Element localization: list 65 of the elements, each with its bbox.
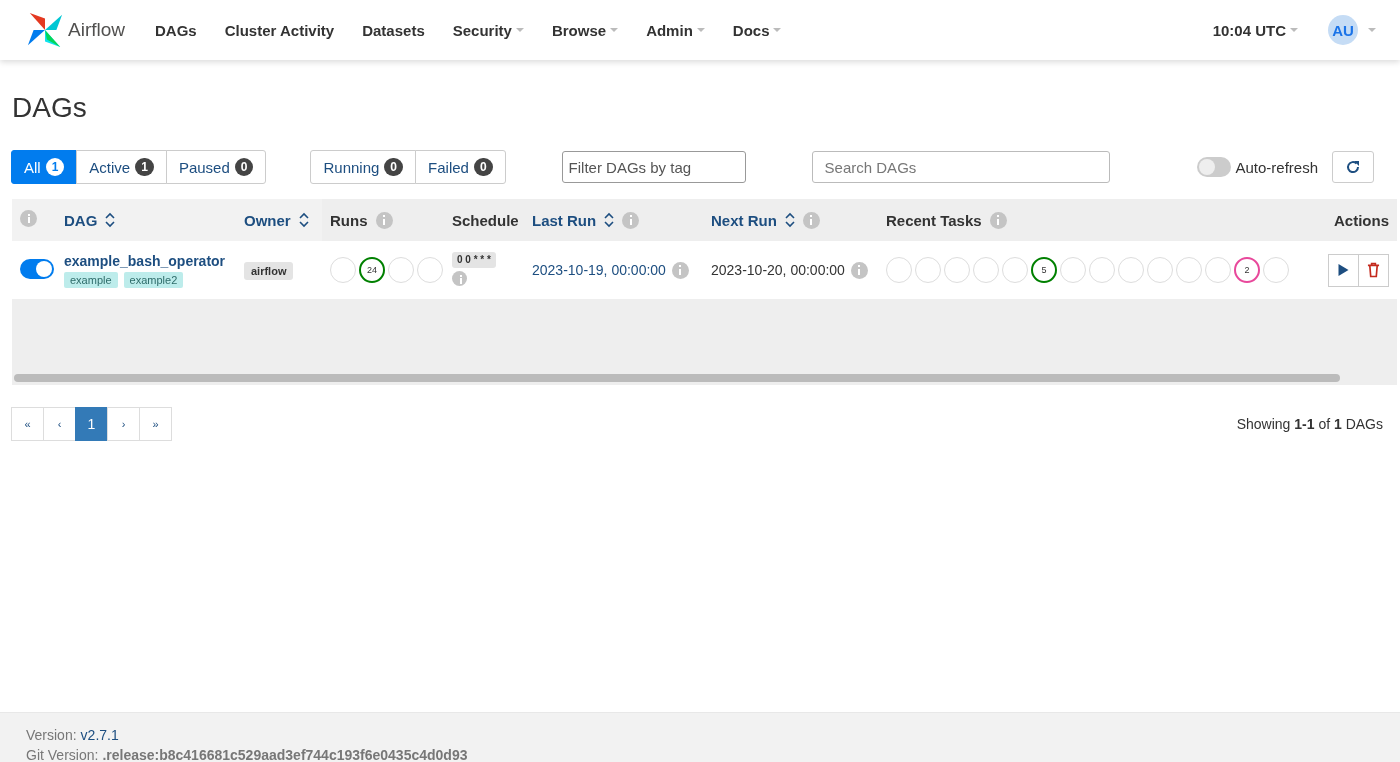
search-field[interactable]: Search DAGs [811, 151, 1110, 183]
info-icon[interactable] [671, 261, 689, 279]
filter-tab[interactable]: All 1 [11, 150, 78, 184]
column-header: Schedule [452, 211, 519, 229]
info-icon[interactable] [802, 211, 820, 229]
next-run-text: 2023-10-20, 00:00:00 [711, 262, 845, 278]
version-link[interactable]: v2.7.1 [80, 727, 119, 743]
trigger-button[interactable] [1328, 253, 1359, 287]
version-label: Version: [26, 727, 77, 743]
trash-icon [1367, 262, 1380, 278]
nav-menu-item[interactable]: DAGs [155, 21, 197, 39]
nav-menu-item[interactable]: Docs [732, 21, 782, 39]
column-header: Actions [1334, 211, 1389, 229]
owner-label[interactable]: airflow [244, 262, 294, 280]
info-icon[interactable] [622, 211, 640, 229]
info-icon[interactable] [452, 271, 467, 286]
dag-toggle[interactable] [20, 258, 54, 279]
schedule-label: 0 0 * * * [452, 252, 496, 268]
info-icon[interactable] [375, 211, 393, 229]
play-icon [1338, 264, 1349, 276]
info-icon[interactable] [20, 210, 37, 227]
showing-count-text: Showing 1-1 of 1 DAGs [1236, 416, 1383, 432]
filter-tab[interactable]: Active 1 [76, 150, 167, 184]
nav-menu-item[interactable]: Browse [551, 21, 619, 39]
info-icon[interactable] [850, 261, 868, 279]
pagination-button[interactable]: 1 [75, 407, 108, 441]
sort-icon[interactable] [298, 212, 309, 228]
filter-tab[interactable]: Running 0 [310, 150, 417, 184]
git-version-text: .release:b8c416681c529aad3ef744c193f6e0435c4d0d93 [102, 747, 468, 762]
column-header: Recent Tasks [886, 211, 982, 229]
dag-tag[interactable]: example [64, 271, 118, 288]
column-header: Runs [330, 211, 368, 229]
task-count-circle[interactable]: 5 [1031, 257, 1057, 283]
pagination-button[interactable]: « [11, 407, 44, 441]
clock-menu[interactable]: 10:04 UTC [1212, 21, 1298, 39]
nav-menu-item[interactable]: Admin [646, 21, 705, 39]
dag-link[interactable]: example_bash_operator [64, 252, 226, 269]
task-count-circle[interactable]: 2 [1234, 257, 1260, 283]
run-count-circle[interactable]: 24 [359, 257, 385, 283]
refresh-icon [1345, 159, 1361, 175]
refresh-button[interactable] [1332, 151, 1374, 183]
tag-filter-field[interactable]: Filter DAGs by tag [561, 151, 746, 183]
auto-refresh-toggle[interactable] [1197, 157, 1232, 177]
delete-button[interactable] [1358, 253, 1389, 287]
page-title: DAGs [12, 92, 88, 124]
nav-menu-item[interactable]: Security [452, 21, 524, 39]
filter-tab[interactable]: Paused 0 [165, 150, 267, 184]
sort-icon[interactable] [105, 212, 116, 228]
dag-tag[interactable]: example2 [123, 271, 184, 288]
nav-menu-item[interactable]: Datasets [362, 21, 425, 39]
sort-icon[interactable] [604, 212, 615, 228]
pagination-button[interactable]: » [139, 407, 172, 441]
sort-icon[interactable] [784, 212, 795, 228]
nav-menu-item[interactable]: Cluster Activity [224, 21, 335, 39]
git-version-label: Git Version: [26, 747, 99, 762]
caret-icon[interactable] [1368, 28, 1376, 32]
info-icon[interactable] [989, 211, 1007, 229]
column-header[interactable]: Next Run [711, 211, 777, 229]
pinwheel-logo-icon[interactable] [26, 11, 64, 49]
brand-name[interactable]: Airflow [68, 19, 125, 41]
column-header[interactable]: DAG [64, 211, 98, 229]
auto-refresh-label: Auto-refresh [1235, 158, 1318, 176]
filter-tab[interactable]: Failed 0 [415, 150, 506, 184]
column-header[interactable]: Last Run [532, 211, 597, 229]
pagination-button[interactable]: › [107, 407, 140, 441]
